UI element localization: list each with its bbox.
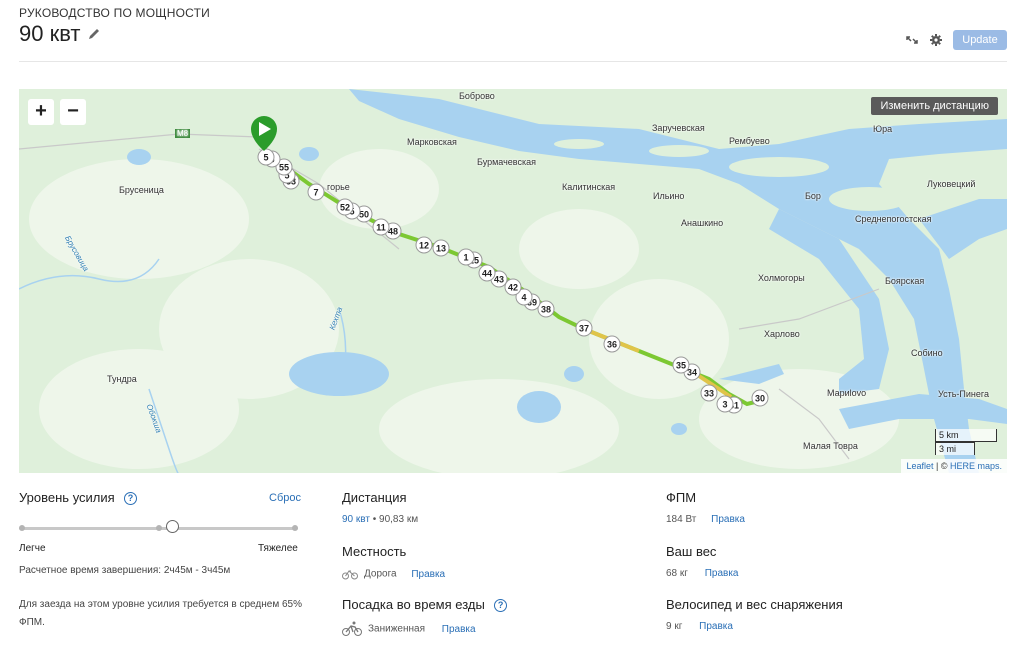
route-markers: 3031333343536373839442434415113124811505… <box>251 116 769 414</box>
route-marker-label: 5 <box>263 153 268 163</box>
bike-section: Велосипед и вес снаряжения 9 кг Правка <box>666 597 843 632</box>
page-title: 90 квт <box>19 21 81 46</box>
route-marker-label: 12 <box>419 241 429 251</box>
weight-value: 68 кг <box>666 568 688 579</box>
route-marker[interactable]: 3 <box>716 395 734 413</box>
zoom-out-button[interactable]: − <box>60 99 86 125</box>
title-row: 90 квт <box>19 21 101 47</box>
help-icon[interactable]: ? <box>494 599 508 613</box>
page-subtitle: РУКОВОДСТВО ПО МОЩНОСТИ <box>19 6 210 20</box>
route-marker-label: 43 <box>494 275 504 285</box>
bicycle-icon <box>342 568 358 580</box>
route-marker[interactable]: 44 <box>478 264 496 282</box>
route-marker-label: 38 <box>541 305 551 315</box>
here-maps-link[interactable]: HERE maps. <box>950 461 1002 471</box>
effort-panel: Уровень усилия ? Сброс <box>19 490 301 506</box>
position-edit-link[interactable]: Правка <box>442 624 476 635</box>
attribution-sep: | © <box>933 461 950 471</box>
weight-section: Ваш вес 68 кг Правка <box>666 544 739 579</box>
ftp-value: 184 Вт <box>666 514 697 525</box>
reset-link[interactable]: Сброс <box>269 492 301 504</box>
distance-sep: • <box>369 514 380 525</box>
route-marker-label: 1 <box>463 253 468 263</box>
gear-icon[interactable] <box>929 33 943 47</box>
effort-label: Уровень усилия <box>19 490 115 505</box>
help-icon[interactable]: ? <box>124 492 138 506</box>
start-marker-icon[interactable] <box>251 116 277 151</box>
harder-label: Тяжелее <box>258 543 298 554</box>
route-marker-label: 7 <box>313 188 318 198</box>
route-marker-label: 35 <box>676 361 686 371</box>
route-marker-label: 4 <box>521 293 526 303</box>
terrain-value: Дорога <box>364 568 397 580</box>
map-attribution: Leaflet | © HERE maps. <box>901 459 1007 473</box>
terrain-label: Местность <box>342 544 407 559</box>
route-marker[interactable]: 36 <box>603 335 621 353</box>
route-marker[interactable]: 52 <box>336 198 354 216</box>
route-marker[interactable]: 11 <box>372 218 390 236</box>
route-marker-label: 48 <box>388 227 398 237</box>
slider-tick <box>19 525 25 531</box>
update-button[interactable]: Update <box>953 30 1007 50</box>
distance-label: Дистанция <box>342 490 407 505</box>
page-header: РУКОВОДСТВО ПО МОЩНОСТИ 90 квт Update <box>19 6 1007 62</box>
route-marker-label: 11 <box>376 223 386 233</box>
distance-section: Дистанция 90 квт • 90,83 км <box>342 490 418 525</box>
route-marker[interactable]: 37 <box>575 319 593 337</box>
easier-label: Легче <box>19 543 46 554</box>
route-marker-label: 52 <box>340 203 350 213</box>
route-marker[interactable]: 33 <box>700 384 718 402</box>
route-marker-label: 33 <box>704 389 714 399</box>
route-marker[interactable]: 38 <box>537 300 555 318</box>
route-marker[interactable]: 1 <box>457 248 475 266</box>
distance-km: 90,83 км <box>379 514 419 525</box>
route-marker-label: 3 <box>722 400 727 410</box>
weight-edit-link[interactable]: Правка <box>705 568 739 579</box>
route-marker[interactable]: 5 <box>257 148 275 166</box>
ftp-section: ФПМ 184 Вт Правка <box>666 490 745 525</box>
route-marker-label: 36 <box>607 340 617 350</box>
slider-thumb[interactable] <box>166 520 179 533</box>
route-marker[interactable]: 42 <box>504 278 522 296</box>
header-toolbar: Update <box>905 30 1007 50</box>
scale-km: 5 km <box>935 429 997 442</box>
route-marker-label: 55 <box>279 163 289 173</box>
route-marker[interactable]: 30 <box>751 389 769 407</box>
terrain-edit-link[interactable]: Правка <box>411 569 445 580</box>
ftp-edit-link[interactable]: Правка <box>711 514 745 525</box>
route-marker-label: 37 <box>579 324 589 334</box>
route-marker[interactable]: 12 <box>415 236 433 254</box>
cyclist-icon <box>342 621 362 637</box>
ftp-label: ФПМ <box>666 490 697 505</box>
slider-tick <box>156 525 162 531</box>
route-marker-label: 44 <box>482 269 492 279</box>
change-distance-button[interactable]: Изменить дистанцию <box>871 97 998 115</box>
expand-icon[interactable] <box>905 33 919 47</box>
position-label: Посадка во время езды <box>342 597 485 612</box>
bike-edit-link[interactable]: Правка <box>699 621 733 632</box>
route-marker[interactable]: 13 <box>432 239 450 257</box>
bike-label: Велосипед и вес снаряжения <box>666 597 843 612</box>
effort-note: Для заезда на этом уровне усилия требует… <box>19 599 302 628</box>
effort-slider[interactable] <box>19 520 298 533</box>
bike-value: 9 кг <box>666 621 683 632</box>
route-map[interactable]: Боброво Заручевская Юра Рембуево Марковс… <box>19 89 1007 473</box>
route-marker[interactable]: 7 <box>307 183 325 201</box>
route-marker-label: 13 <box>436 244 446 254</box>
route-marker[interactable]: 35 <box>672 356 690 374</box>
position-value: Заниженная <box>368 623 425 635</box>
estimate-text: Расчетное время завершения: 2ч45м - 3ч45… <box>19 565 231 576</box>
position-section: Посадка во время езды ? Заниженная Правк… <box>342 597 508 637</box>
map-scale: 5 km 3 mi <box>935 429 997 455</box>
slider-tick <box>292 525 298 531</box>
route-marker-label: 42 <box>508 283 518 293</box>
route-link[interactable]: 90 квт <box>342 514 370 525</box>
pencil-icon[interactable] <box>87 27 101 41</box>
route-marker-label: 30 <box>755 394 765 404</box>
terrain-section: Местность Дорога Правка <box>342 544 445 580</box>
zoom-in-button[interactable]: + <box>28 99 54 125</box>
leaflet-link[interactable]: Leaflet <box>906 461 933 471</box>
weight-label: Ваш вес <box>666 544 717 559</box>
scale-mi: 3 mi <box>935 442 975 455</box>
